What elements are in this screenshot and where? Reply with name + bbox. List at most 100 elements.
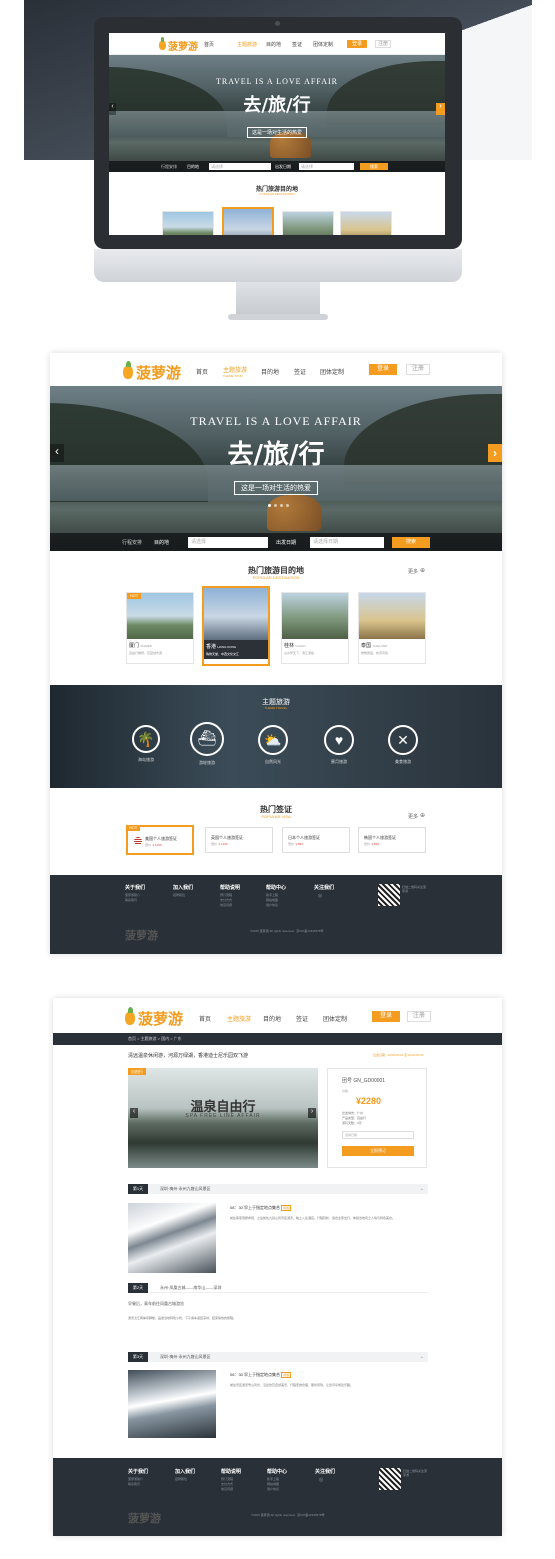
- footer-link[interactable]: 用户协议: [266, 903, 278, 908]
- visa-card-usa[interactable]: HOT 美国个人旅游签证 低价 ￥1499: [126, 825, 194, 855]
- day-badge: 第2天: [128, 1282, 148, 1293]
- dest-name: 桂林: [284, 643, 295, 649]
- footer-link[interactable]: 联系我们: [128, 1482, 143, 1487]
- chevron-down-icon[interactable]: ⌄: [420, 1186, 424, 1192]
- nav-theme[interactable]: 主题旅游: [227, 1014, 251, 1023]
- footer-copyright: ©2015 菠萝游 All rights reserved · 京ICP备123…: [250, 929, 324, 933]
- login-button[interactable]: 登录: [369, 364, 397, 375]
- footer-col-items: 新手上路 网站地图 用户协议: [266, 893, 278, 908]
- mini-search-button[interactable]: 搜索: [360, 163, 388, 170]
- dest-card-guilin[interactable]: 桂林 GUILIN 山水甲天下，漓江游船: [281, 592, 349, 664]
- day-time-text: 08：30 早上于指定地点集合: [230, 1372, 281, 1377]
- chevron-right-icon[interactable]: ›: [436, 103, 445, 115]
- chevron-left-icon[interactable]: ‹: [50, 444, 64, 462]
- chevron-left-icon[interactable]: ‹: [130, 1108, 138, 1118]
- date-input[interactable]: 请选择日期: [310, 536, 384, 548]
- breadcrumb[interactable]: 首页 > 主题旅游 > 国内 > 广东: [53, 1033, 502, 1045]
- mini-nav-theme[interactable]: 主题旅游: [237, 41, 257, 48]
- weibo-icon[interactable]: ◎: [318, 893, 322, 899]
- nav-group[interactable]: 团体定制: [320, 367, 344, 376]
- dest-label: 目的地: [154, 539, 170, 546]
- carousel-dots[interactable]: [268, 504, 289, 507]
- fork-knife-icon[interactable]: ✕: [388, 725, 418, 755]
- heart-icon[interactable]: ♥: [324, 725, 354, 755]
- book-now-button[interactable]: 立即预订: [342, 1146, 414, 1156]
- footer-link[interactable]: 常见问题: [220, 903, 232, 908]
- footer-link[interactable]: 用户协议: [267, 1487, 279, 1492]
- nav-home[interactable]: 首页: [196, 367, 208, 376]
- mini-date-input[interactable]: 请选择: [299, 163, 354, 170]
- hot-dest-more-link[interactable]: 更多: [408, 568, 418, 575]
- visa-card-korea[interactable]: 韩国个人旅游签证 低价 ￥599: [358, 827, 426, 853]
- visa-price: ￥599: [370, 842, 379, 846]
- mini-logo[interactable]: 菠萝游: [159, 37, 198, 53]
- mini-nav-home[interactable]: 首页: [204, 41, 214, 48]
- mini-dest-card[interactable]: [222, 207, 274, 235]
- visa-more-link[interactable]: 更多: [408, 813, 418, 820]
- nav-home[interactable]: 首页: [199, 1014, 211, 1023]
- visa-price: ￥1499: [151, 843, 162, 847]
- hero-subtitle: 这是一场对生活的热爱: [234, 481, 318, 495]
- palm-tree-icon[interactable]: 🌴: [132, 725, 160, 753]
- mini-nav-dest[interactable]: 目的地: [266, 41, 281, 48]
- usa-flag-icon: [134, 837, 142, 845]
- footer-link[interactable]: 常见问题: [221, 1487, 233, 1492]
- circle-arrow-icon[interactable]: ⊕: [420, 812, 425, 819]
- tour-code: 团号 GN_GD00001: [342, 1078, 386, 1084]
- login-button[interactable]: 登录: [372, 1011, 400, 1022]
- nav-group[interactable]: 团体定制: [323, 1014, 347, 1023]
- footer-logo: 菠萝游: [125, 930, 158, 942]
- sun-cloud-icon[interactable]: ⛅: [258, 725, 288, 755]
- chevron-down-icon[interactable]: ⌄: [420, 1354, 424, 1360]
- logo[interactable]: 菠萝游: [125, 1006, 183, 1029]
- footer-link[interactable]: 招聘职位: [173, 893, 185, 897]
- circle-arrow-icon[interactable]: ⊕: [420, 567, 425, 574]
- mini-register-button[interactable]: 注册: [375, 40, 391, 48]
- nav-dest[interactable]: 目的地: [261, 367, 279, 376]
- footer-copyright: ©2015 菠萝游 All rights reserved · 京ICP备123…: [251, 1513, 325, 1517]
- day-header[interactable]: 第1天 深圳·梅州·永州九嶷山风景区 ⌄: [128, 1184, 428, 1194]
- day-header[interactable]: 第3天 深圳·梅州·永州九嶷山风景区 ⌄: [128, 1352, 428, 1362]
- visa-name: 日本个人旅游签证: [288, 835, 320, 840]
- visa-card-uk[interactable]: 英国个人旅游签证 低价 ￥1499: [205, 827, 273, 853]
- dest-name: 厦门: [129, 643, 140, 649]
- spec-item: 游玩天数：3天: [342, 1121, 362, 1125]
- chevron-right-icon[interactable]: ›: [488, 444, 502, 462]
- nav-visa[interactable]: 签证: [294, 367, 306, 376]
- dest-card-thailand[interactable]: 泰国 THAILAND 佛教国度，热带风情: [358, 592, 426, 664]
- dest-card-hongkong[interactable]: 香港 HONG KONG 购物天堂，中西文化交汇: [202, 586, 270, 666]
- date-select[interactable]: 选择日期: [342, 1131, 414, 1139]
- nav-theme[interactable]: 主题旅游: [223, 365, 247, 374]
- theme-subtitle: THEME TRAVEL: [264, 706, 288, 710]
- register-button[interactable]: 注册: [406, 364, 430, 375]
- dest-desc: 佛教国度，热带风情: [361, 651, 389, 655]
- chevron-left-icon[interactable]: ‹: [109, 103, 116, 115]
- mini-nav-visa[interactable]: 签证: [292, 41, 302, 48]
- detail-mockup: 菠萝游 首页 主题旅游 目的地 签证 团体定制 登录 注册 首页 > 主题旅游 …: [53, 998, 502, 1536]
- mini-dest-input[interactable]: 请选择: [209, 163, 271, 170]
- weibo-icon[interactable]: ◎: [319, 1477, 323, 1483]
- day-route: 深圳·梅州·永州九嶷山风景区: [160, 1186, 211, 1191]
- register-button[interactable]: 注册: [407, 1011, 431, 1022]
- dest-card-xiamen[interactable]: HOT 厦门 XIAMEN 自由行推荐，花园城市游: [126, 592, 194, 664]
- mini-dest-card[interactable]: [162, 211, 214, 235]
- nav-visa[interactable]: 签证: [296, 1014, 308, 1023]
- logo[interactable]: 菠萝游: [123, 360, 181, 383]
- footer-link[interactable]: 联系我们: [125, 898, 140, 903]
- day-header[interactable]: 第2天 永州·凤凰古城——南华山——深圳: [128, 1282, 428, 1293]
- day-photo: [128, 1203, 216, 1273]
- visa-card-japan[interactable]: 日本个人旅游签证 低价 ￥899: [282, 827, 350, 853]
- footer-link[interactable]: 招聘职位: [175, 1477, 187, 1481]
- chevron-right-icon[interactable]: ›: [308, 1108, 316, 1118]
- search-button[interactable]: 搜索: [392, 536, 430, 548]
- mini-nav-group[interactable]: 团体定制: [313, 41, 333, 48]
- mini-hot-sub: POPULAR DESTINATION: [259, 192, 295, 196]
- mini-dest-card[interactable]: [282, 211, 334, 235]
- mini-login-button[interactable]: 登录: [347, 40, 367, 48]
- mini-dest-card[interactable]: [340, 211, 392, 235]
- nav-dest[interactable]: 目的地: [263, 1014, 281, 1023]
- hero-banner: TRAVEL IS A LOVE AFFAIR 去/旅/行 这是一场对生活的热爱…: [50, 386, 502, 551]
- dest-input[interactable]: 请选择: [188, 536, 268, 548]
- footer-col-heading: 关于我们: [125, 885, 146, 891]
- cruise-ship-icon[interactable]: ⛴: [190, 722, 224, 756]
